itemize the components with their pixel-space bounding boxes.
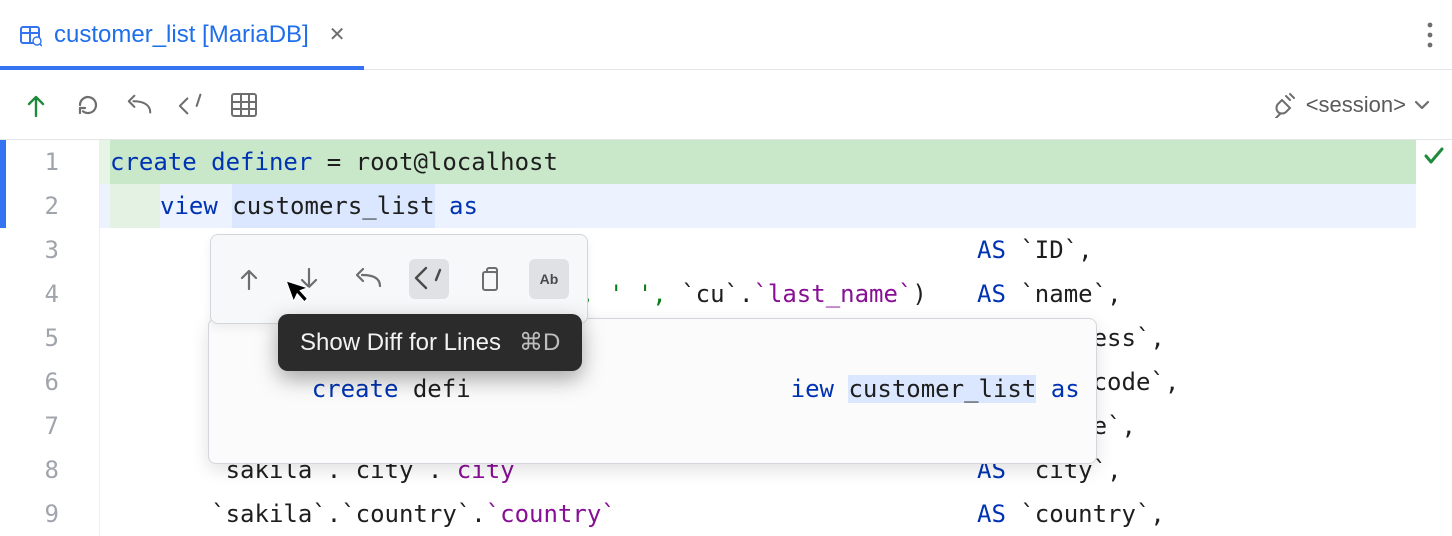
- gutter: 1 2 3 4 5 6 7 8 9: [0, 140, 100, 536]
- plug-icon: [1272, 92, 1298, 118]
- close-icon[interactable]: ✕: [329, 22, 346, 47]
- grid-icon[interactable]: [230, 91, 258, 119]
- highlight-words-icon[interactable]: Ab: [529, 259, 569, 299]
- tooltip-text: Show Diff for Lines: [300, 329, 501, 357]
- more-icon[interactable]: [1426, 21, 1434, 49]
- diff-inline-toolbar: Ab: [210, 234, 588, 324]
- line-number: 9: [0, 492, 59, 536]
- tab-bar: customer_list [MariaDB] ✕: [0, 0, 1452, 70]
- tab-title: customer_list [MariaDB]: [54, 21, 309, 49]
- code-line: create definer = root@localhost: [100, 140, 1416, 184]
- editor-toolbar: <session>: [0, 70, 1452, 140]
- show-diff-icon[interactable]: [409, 259, 449, 299]
- rollback-icon[interactable]: [178, 91, 206, 119]
- line-number: 7: [0, 404, 59, 448]
- submit-arrow-icon[interactable]: [22, 91, 50, 119]
- tooltip-shortcut: ⌘D: [519, 328, 560, 357]
- code-line: `sakila`.`country`.`country` AS `country…: [100, 492, 1416, 536]
- change-marker: [0, 140, 6, 228]
- copy-icon[interactable]: [469, 259, 509, 299]
- code-line: view customers_list as: [100, 184, 1416, 228]
- line-number: 2: [0, 184, 59, 228]
- table-icon: [18, 23, 42, 47]
- prev-change-icon[interactable]: [229, 259, 269, 299]
- tab-customer-list[interactable]: customer_list [MariaDB] ✕: [0, 0, 364, 69]
- session-picker[interactable]: <session>: [1272, 92, 1430, 118]
- line-number: 3: [0, 228, 59, 272]
- line-number: 4: [0, 272, 59, 316]
- inspection-gutter: [1416, 140, 1452, 536]
- rollback-change-icon[interactable]: [349, 259, 389, 299]
- line-number: 6: [0, 360, 59, 404]
- chevron-down-icon: [1414, 99, 1430, 111]
- inspection-ok-icon[interactable]: [1422, 144, 1446, 168]
- tab-underline: [0, 66, 364, 70]
- line-number: 1: [0, 140, 59, 184]
- svg-text:Ab: Ab: [540, 271, 559, 287]
- refresh-icon[interactable]: [74, 91, 102, 119]
- tooltip: Show Diff for Lines ⌘D: [278, 314, 582, 371]
- undo-icon[interactable]: [126, 91, 154, 119]
- line-number: 8: [0, 448, 59, 492]
- editor[interactable]: 1 2 3 4 5 6 7 8 9 create definer = root@…: [0, 140, 1452, 536]
- line-number: 5: [0, 316, 59, 360]
- session-label: <session>: [1306, 92, 1406, 118]
